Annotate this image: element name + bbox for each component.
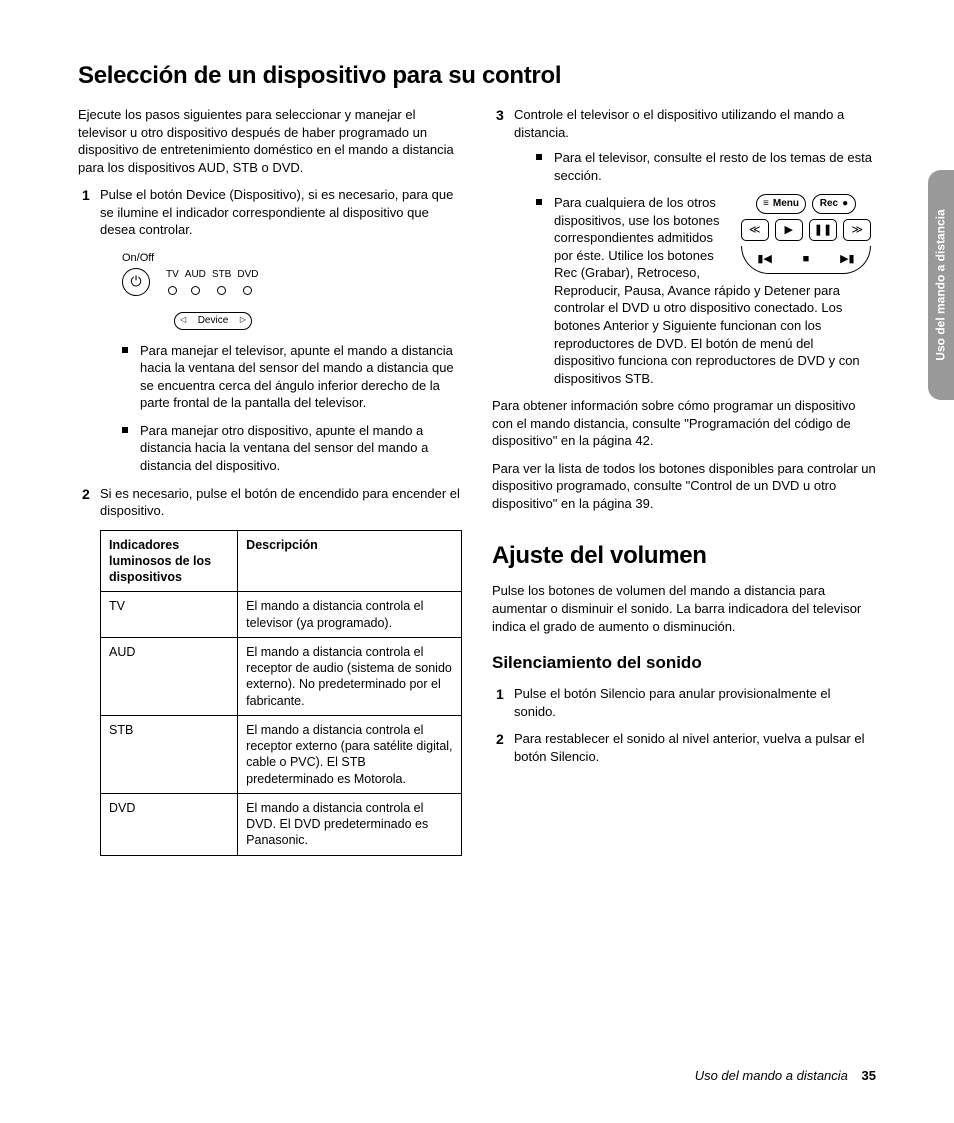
playback-diagram: ≡Menu Rec● ≪ ▶ ❚❚ ≫ ▮◀ ■ <box>736 194 876 274</box>
device-indicators-table: Indicadores luminosos de los dispositivo… <box>100 530 462 856</box>
info-paragraph-2: Para ver la lista de todos los botones d… <box>492 460 876 513</box>
mute-step-1: 1Pulse el botón Silencio para anular pro… <box>492 685 876 720</box>
device-label: Device <box>198 314 229 328</box>
footer-title: Uso del mando a distancia <box>695 1068 848 1083</box>
step-3-text: Controle el televisor o el dispositivo u… <box>514 107 844 140</box>
intro-text: Ejecute los pasos siguientes para selecc… <box>78 106 462 176</box>
table-row: AUDEl mando a distancia controla el rece… <box>101 637 462 715</box>
table-row: STBEl mando a distancia controla el rece… <box>101 715 462 793</box>
led-icon <box>217 286 226 295</box>
step-3-bullet-2: ≡Menu Rec● ≪ ▶ ❚❚ ≫ ▮◀ ■ <box>536 194 876 387</box>
stop-icon: ■ <box>803 252 810 267</box>
side-tab: Uso del mando a distancia <box>928 170 954 400</box>
table-row: DVDEl mando a distancia controla el DVD.… <box>101 793 462 855</box>
triangle-right-icon: ▷ <box>240 315 246 326</box>
step-1-text: Pulse el botón Device (Dispositivo), si … <box>100 187 453 237</box>
rewind-icon: ≪ <box>741 219 769 241</box>
led-icon <box>168 286 177 295</box>
led-label-aud: AUD <box>185 268 206 282</box>
play-icon: ▶ <box>775 219 803 241</box>
volume-intro: Pulse los botones de volumen del mando a… <box>492 582 876 635</box>
next-icon: ▶▮ <box>840 252 855 267</box>
led-label-stb: STB <box>212 268 231 282</box>
side-tab-label: Uso del mando a distancia <box>934 209 948 360</box>
triangle-left-icon: ◁ <box>180 315 186 326</box>
mute-step-2: 2Para restablecer el sonido al nivel ant… <box>492 730 876 765</box>
page-title: Selección de un dispositivo para su cont… <box>78 62 876 90</box>
step-1-bullet-1: Para manejar el televisor, apunte el man… <box>122 342 462 412</box>
step-3: 3 Controle el televisor o el dispositivo… <box>492 106 876 387</box>
onoff-diagram: On/Off ⏻ TV AUD STB DVD ◁ Device ▷ <box>122 251 462 330</box>
power-icon: ⏻ <box>122 268 150 296</box>
step-1-bullet-2: Para manejar otro dispositivo, apunte el… <box>122 422 462 475</box>
left-column: Ejecute los pasos siguientes para selecc… <box>78 106 462 856</box>
step-3-bullet-1: Para el televisor, consulte el resto de … <box>536 149 876 184</box>
device-button-icon: ◁ Device ▷ <box>174 312 252 330</box>
step-2-text: Si es necesario, pulse el botón de encen… <box>100 486 460 519</box>
volume-heading: Ajuste del volumen <box>492 542 876 570</box>
prev-icon: ▮◀ <box>757 252 772 267</box>
info-paragraph-1: Para obtener información sobre cómo prog… <box>492 397 876 450</box>
table-header-2: Descripción <box>238 530 462 592</box>
rec-button-icon: Rec● <box>812 194 856 214</box>
mute-heading: Silenciamiento del sonido <box>492 653 876 673</box>
page-footer: Uso del mando a distancia 35 <box>695 1068 876 1083</box>
led-icon <box>191 286 200 295</box>
led-icon <box>243 286 252 295</box>
table-row: TVEl mando a distancia controla el telev… <box>101 592 462 638</box>
onoff-label: On/Off <box>122 251 462 266</box>
page-number: 35 <box>862 1068 876 1083</box>
fast-forward-icon: ≫ <box>843 219 871 241</box>
pause-icon: ❚❚ <box>809 219 837 241</box>
table-header-1: Indicadores luminosos de los dispositivo… <box>101 530 238 592</box>
led-label-tv: TV <box>166 268 179 282</box>
step-2: 2 Si es necesario, pulse el botón de enc… <box>78 485 462 520</box>
right-column: 3 Controle el televisor o el dispositivo… <box>492 106 876 856</box>
step-1: 1 Pulse el botón Device (Dispositivo), s… <box>78 186 462 474</box>
led-label-dvd: DVD <box>237 268 258 282</box>
menu-button-icon: ≡Menu <box>756 194 806 214</box>
